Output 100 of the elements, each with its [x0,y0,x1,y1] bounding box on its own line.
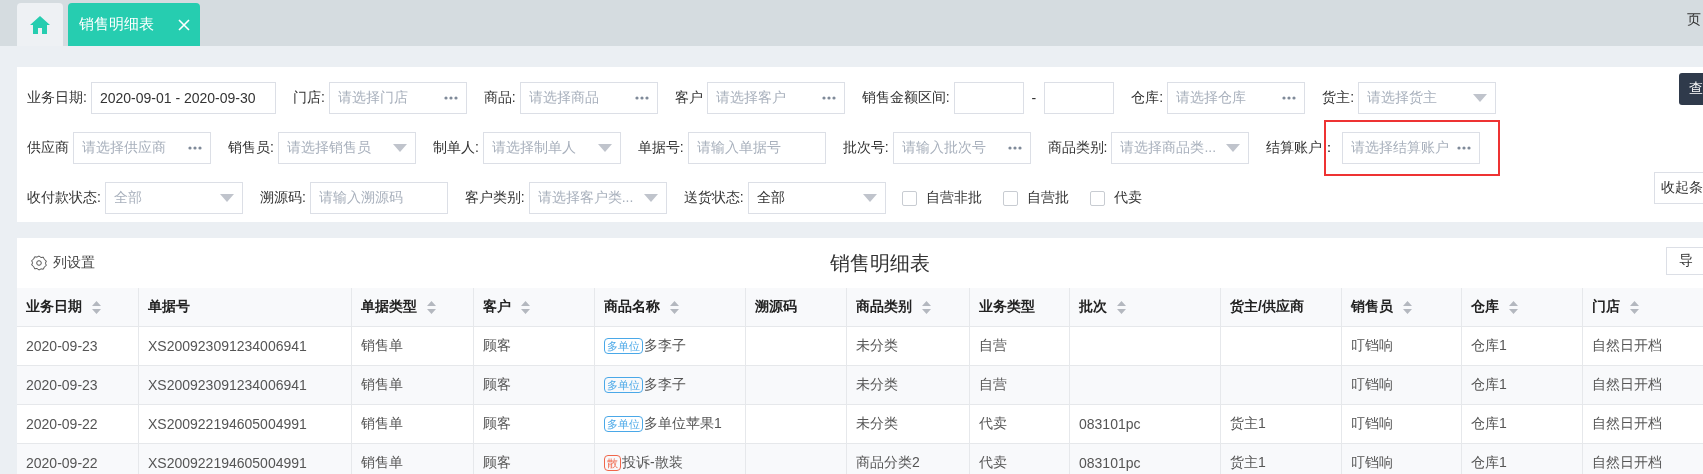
unit-tag: 多单位 [604,377,643,393]
column-header[interactable]: 业务日期 [17,288,139,327]
product-name: 多单位苹果1 [644,415,722,433]
column-header[interactable]: 业务类型 [970,288,1070,327]
table-cell: 自营 [970,327,1070,366]
input-field[interactable] [1044,82,1115,114]
table-cell: XS200922194605004991 [139,405,352,444]
sort-icon[interactable] [1509,300,1518,314]
more-icon [1457,146,1472,150]
input-field[interactable] [953,82,1024,114]
checkbox[interactable] [1089,190,1105,206]
column-header[interactable]: 商品类别 [847,288,970,327]
home-tab[interactable] [17,3,63,46]
collapse-button[interactable]: 收起条 [1654,172,1703,204]
range-dash: - [1031,90,1037,106]
column-header[interactable]: 溯源码 [746,288,847,327]
checkbox-label: 代卖 [1113,189,1142,207]
table-cell: 商品分类2 [847,444,970,474]
table-cell: 仓库1 [1462,366,1583,405]
table-cell: 叮铛响 [1342,366,1462,405]
filter-label: 仓库: [1131,89,1164,107]
filter-label: 销售员: [228,139,274,157]
filter-label: 结算账户： [1266,139,1337,157]
column-header[interactable]: 单据类型 [352,288,474,327]
filter-label: 商品类别: [1047,139,1108,157]
unit-tag: 多单位 [604,416,643,432]
more-icon [821,96,836,100]
filter-label: 收付款状态: [27,189,101,207]
table-cell: 未分类 [847,366,970,405]
filter-label: 货主: [1322,89,1354,107]
more-icon [1282,96,1297,100]
date-range-field[interactable]: 2020-09-01 - 2020-09-30 [90,82,276,114]
table-cell: 2020-09-22 [17,444,139,474]
sort-icon[interactable] [521,300,530,314]
filter-label: 供应商 [27,139,69,157]
filter-label: 溯源码: [259,189,306,207]
product-name: 多李子 [644,337,686,355]
table-title: 销售明细表 [830,250,930,276]
table-cell: 顾客 [474,327,595,366]
sort-icon[interactable] [670,300,679,314]
table-cell: 自营 [970,366,1070,405]
table-cell: 083101pc [1070,405,1221,444]
table-cell: 顾客 [474,405,595,444]
more-icon [188,146,202,150]
column-header[interactable]: 客户 [474,288,595,327]
sort-icon[interactable] [1403,300,1412,314]
filter-label: 客户类别: [464,189,525,207]
column-header[interactable]: 单据号 [139,288,352,327]
product-name: 多李子 [644,376,686,394]
filter-label: 客户 [674,89,703,107]
more-icon [443,96,458,100]
table-cell: 083101pc [1070,444,1221,474]
column-header[interactable]: 销售员 [1342,288,1462,327]
caret-icon [392,144,407,152]
table-cell: 仓库1 [1462,327,1583,366]
caret-icon [862,194,877,202]
table-cell: XS200923091234006941 [139,327,352,366]
column-header[interactable]: 商品名称 [595,288,746,327]
select-field[interactable]: 全部 [747,182,886,214]
table-cell: 代卖 [970,444,1070,474]
table-cell: 未分类 [847,405,970,444]
unit-tag: 散 [604,455,621,471]
table-cell: 仓库1 [1462,405,1583,444]
caret-icon [1473,94,1487,102]
table-cell: 顾客 [474,444,595,474]
column-header[interactable]: 仓库 [1462,288,1583,327]
caret-icon [643,194,658,202]
column-header[interactable]: 批次 [1070,288,1221,327]
filter-label: 业务日期: [27,89,87,107]
table-cell: 2020-09-23 [17,327,139,366]
close-icon[interactable] [178,18,190,31]
table-cell: 自然日开档 [1583,366,1703,405]
table-cell: 销售单 [352,366,474,405]
checkbox[interactable] [901,190,917,206]
table-cell: 未分类 [847,327,970,366]
table-cell: 代卖 [970,405,1070,444]
unit-tag: 多单位 [604,338,643,354]
sort-icon[interactable] [922,300,931,314]
table-cell: 叮铛响 [1342,405,1462,444]
sort-icon[interactable] [1117,300,1126,314]
sort-icon[interactable] [427,300,436,314]
table-cell: 仓库1 [1462,444,1583,474]
checkbox-label: 自营非批 [925,189,982,207]
table-cell: 叮铛响 [1342,327,1462,366]
column-header[interactable]: 门店 [1583,288,1703,327]
column-header[interactable]: 货主/供应商 [1221,288,1342,327]
sort-icon[interactable] [1630,300,1639,314]
caret-icon [1226,144,1241,152]
filter-label: 送货状态: [683,189,744,207]
table-cell: 销售单 [352,405,474,444]
filter-label: 商品: [483,89,516,107]
export-button[interactable]: 导 [1666,247,1703,275]
column-settings-button[interactable]: 列设置 [31,254,95,272]
table-cell: 销售单 [352,444,474,474]
table-cell: 货主1 [1221,405,1342,444]
table-cell: 自然日开档 [1583,444,1703,474]
checkbox[interactable] [1002,190,1018,206]
search-button[interactable]: 查 [1679,73,1703,105]
filter-label: 销售金额区间: [861,89,950,107]
sort-icon[interactable] [92,300,101,314]
